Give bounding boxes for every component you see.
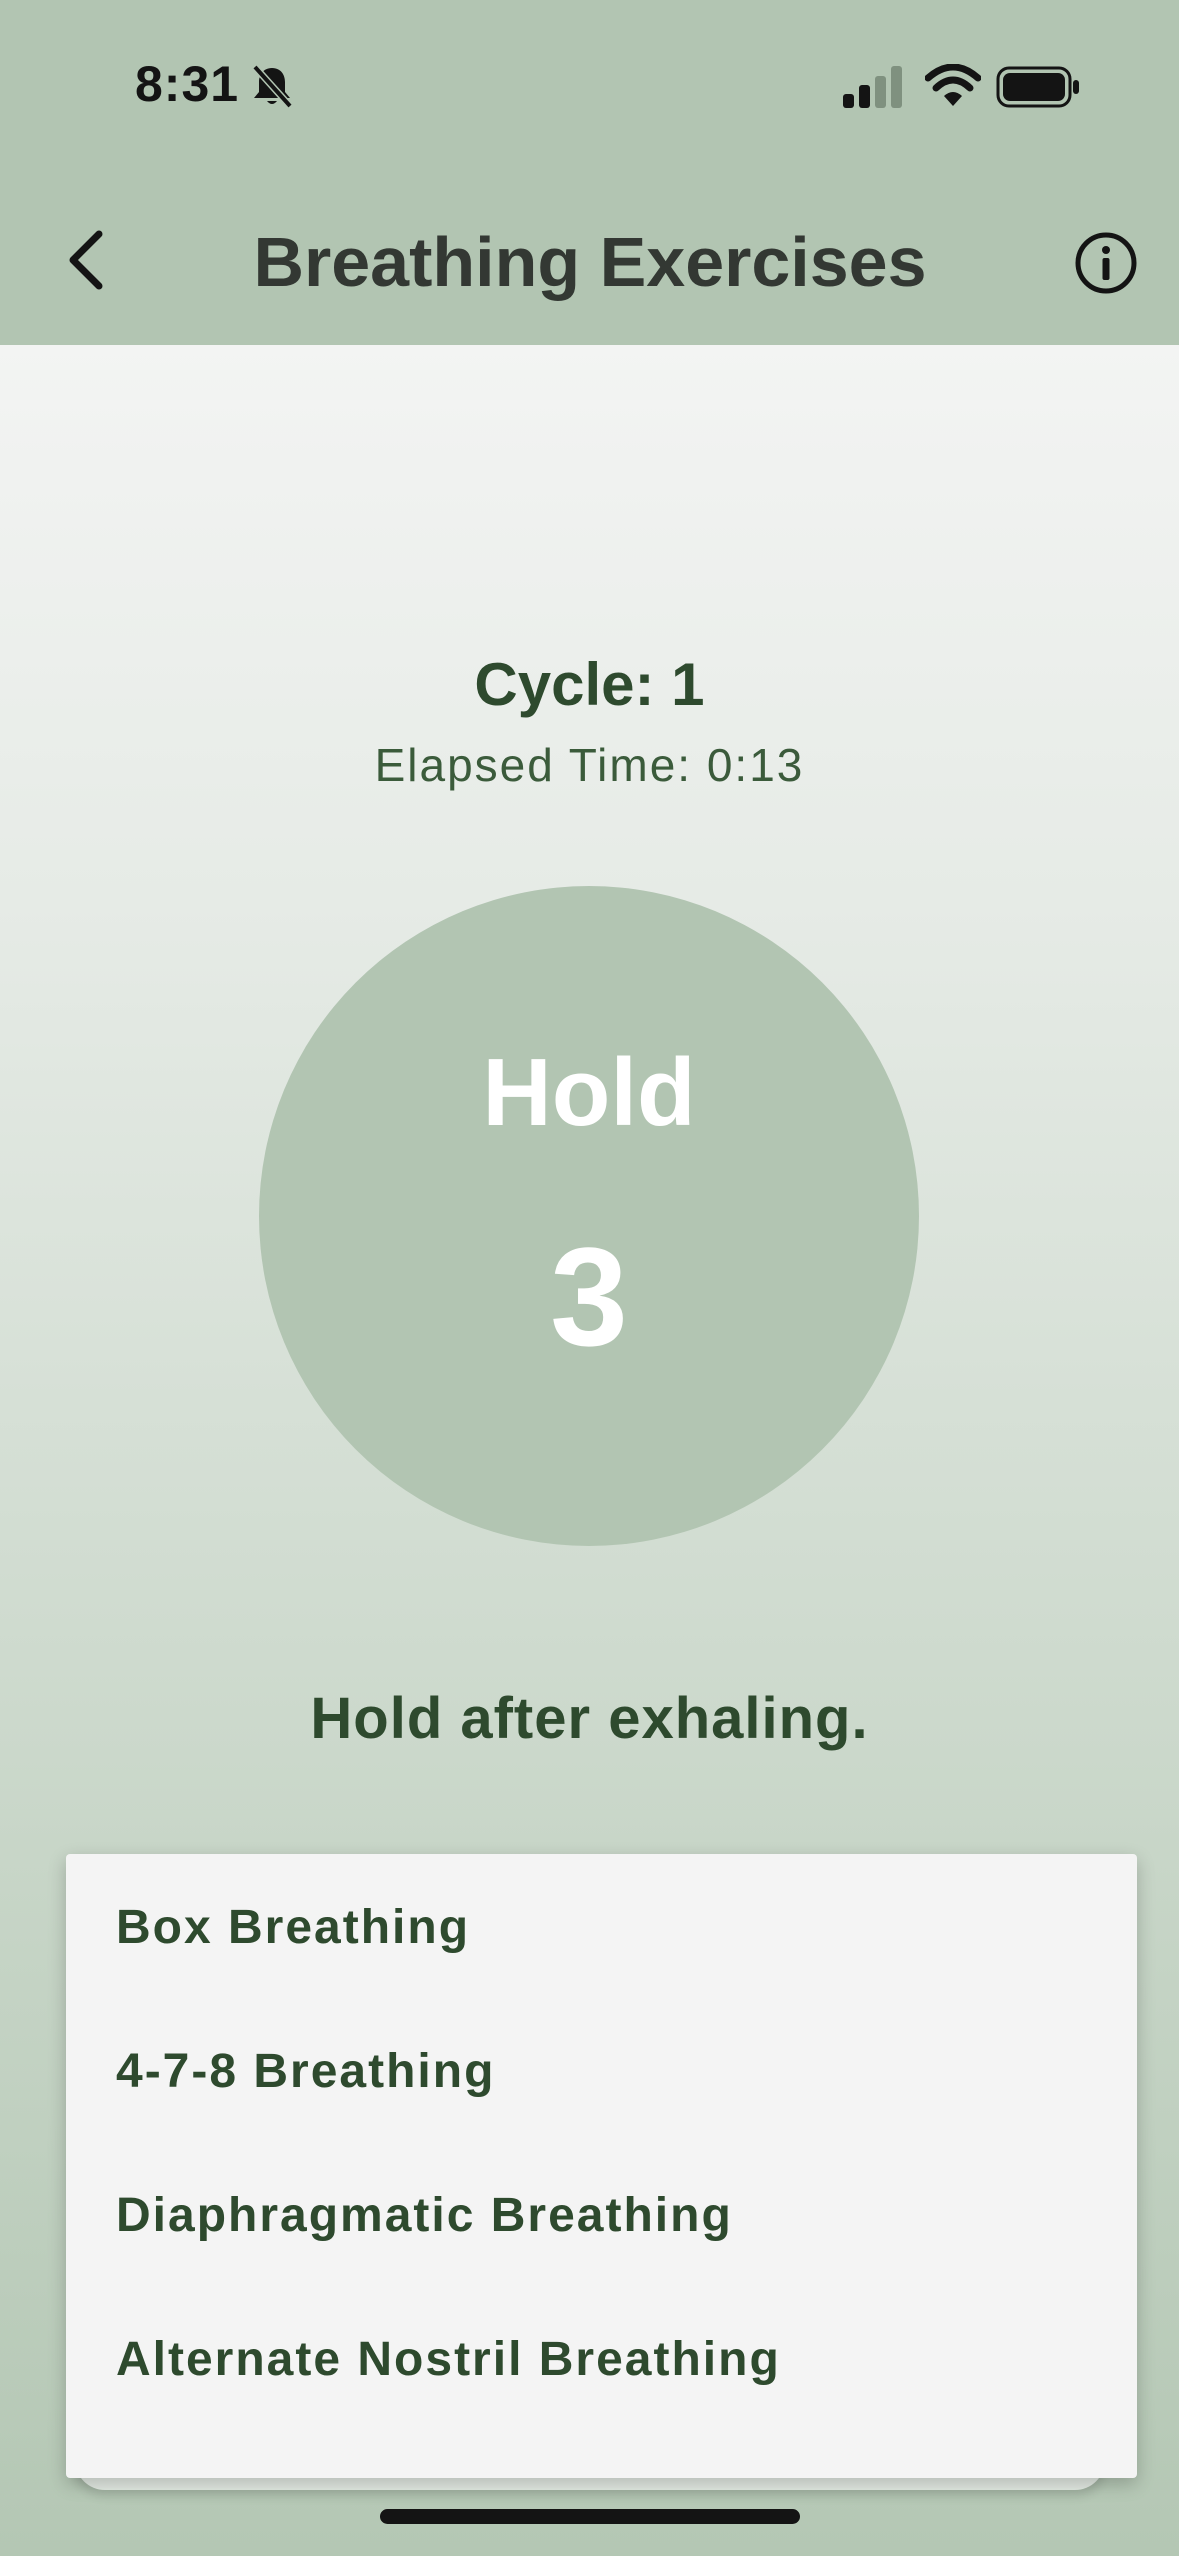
- battery-icon: [996, 66, 1079, 108]
- info-icon: [1075, 232, 1137, 294]
- menu-item-label: Alternate Nostril Breathing: [116, 2333, 781, 2386]
- menu-item-alternate-nostril-breathing[interactable]: Alternate Nostril Breathing: [66, 2286, 1137, 2430]
- status-time: 8:31: [135, 56, 240, 112]
- menu-item-box-breathing[interactable]: Box Breathing: [66, 1854, 1137, 1998]
- menu-item-diaphragmatic-breathing[interactable]: Diaphragmatic Breathing: [66, 2142, 1137, 2286]
- instruction-text: Hold after exhaling.: [310, 1686, 869, 1751]
- elapsed-time-label: Elapsed Time: 0:13: [374, 739, 805, 791]
- info-button[interactable]: [1070, 227, 1142, 299]
- page-title: Breathing Exercises: [253, 223, 927, 301]
- menu-item-label: Diaphragmatic Breathing: [116, 2189, 733, 2242]
- chevron-left-icon: [69, 230, 103, 290]
- cycle-label: Cycle: 1: [474, 651, 705, 718]
- wifi-icon: [925, 64, 981, 106]
- signal-icon: [843, 66, 902, 108]
- phase-label: Hold: [482, 1039, 696, 1146]
- bell-slash-icon: [252, 64, 293, 109]
- breathing-circle: Hold 3: [259, 886, 919, 1546]
- home-indicator: [380, 2509, 800, 2524]
- menu-item-label: Box Breathing: [116, 1901, 471, 1954]
- menu-item-4-7-8-breathing[interactable]: 4-7-8 Breathing: [66, 1998, 1137, 2142]
- back-button[interactable]: [50, 220, 120, 300]
- menu-item-label: 4-7-8 Breathing: [116, 2045, 496, 2098]
- countdown-number: 3: [550, 1218, 628, 1375]
- exercise-dropdown-menu: Box Breathing 4-7-8 Breathing Diaphragma…: [66, 1854, 1137, 2478]
